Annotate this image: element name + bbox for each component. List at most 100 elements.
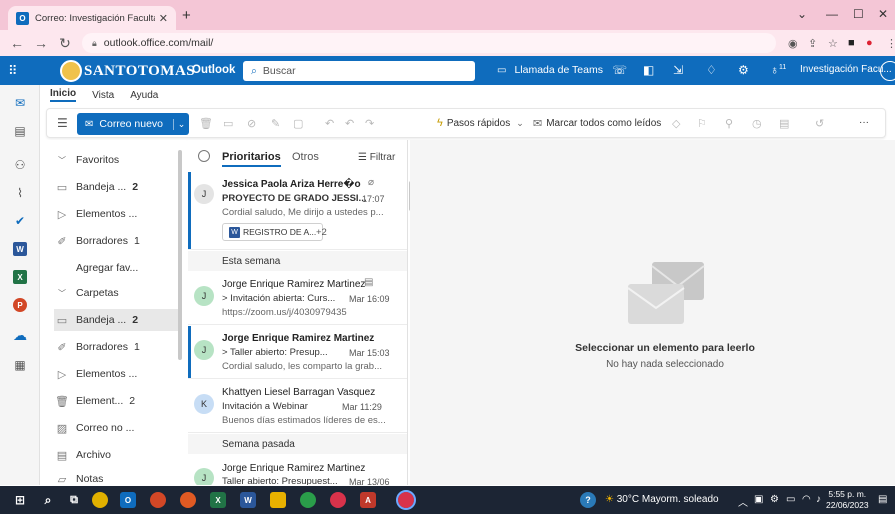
report-icon[interactable]: ⊘ [247, 117, 256, 130]
tips-icon[interactable]: ♁11 [770, 63, 786, 77]
wifi-icon[interactable]: ◠ [802, 494, 811, 505]
tab-close-icon[interactable]: ✕ [159, 12, 168, 25]
powerpoint-icon[interactable]: P [10, 295, 30, 315]
forward-arrow-icon[interactable]: → [34, 35, 48, 51]
undo-icon[interactable]: ↺ [815, 117, 824, 130]
rules-icon[interactable]: ▤ [779, 117, 789, 130]
folder-deleted[interactable]: 🗑︎ Element... 2 [54, 390, 182, 412]
chrome-menu-icon[interactable]: ⋮ [886, 37, 895, 50]
profile-icon[interactable]: ● [866, 37, 873, 49]
mark-all-read-button[interactable]: ✉ Marcar todos como leídos [533, 117, 661, 130]
tab-inicio[interactable]: Inicio [50, 88, 77, 102]
share-icon[interactable]: ⇪ [808, 37, 817, 50]
word-taskbar-icon[interactable]: W [240, 492, 256, 508]
list-item[interactable]: K Khattyen Liesel Barragan Vasquez Invit… [188, 380, 407, 433]
chrome-active-icon[interactable] [396, 490, 416, 510]
location-icon[interactable]: ◉ [788, 37, 798, 50]
url-field[interactable]: 🔒︎ outlook.office.com/mail/ [82, 33, 776, 53]
taskbar-app-icon[interactable] [150, 492, 166, 508]
settings-gear-icon[interactable]: ⚙ [738, 63, 749, 77]
list-item[interactable]: J Jorge Enrique Ramirez Martinez ▤ > Inv… [188, 272, 407, 325]
reload-icon[interactable]: ↻ [58, 35, 72, 52]
people-icon[interactable]: ⚇ [10, 155, 30, 175]
tray-network-icon[interactable]: ⚙ [770, 494, 779, 505]
list-item[interactable]: J Jorge Enrique Ramirez Martinez Taller … [188, 456, 407, 485]
tray-app-icon[interactable]: ▣ [754, 494, 763, 505]
quick-steps-button[interactable]: ϟ Pasos rápidos ⌄ [437, 117, 524, 129]
app-icon-sun[interactable] [92, 492, 108, 508]
university-logo[interactable]: SANTOTOMAS [60, 60, 195, 82]
list-item[interactable]: J Jorge Enrique Ramirez Martinez > Talle… [188, 326, 407, 379]
windows-start-icon[interactable]: ⊞ [12, 492, 28, 508]
app-name[interactable]: Outlook [192, 64, 235, 76]
folder-inbox[interactable]: ▭ Bandeja ... 2 [54, 309, 182, 331]
folder-sent[interactable]: ▷ Elementos ... [54, 363, 182, 385]
new-tab-button[interactable]: + [182, 7, 191, 24]
app-launcher-icon[interactable]: ⠿ [8, 63, 18, 79]
forward-icon[interactable]: ↷ [365, 117, 374, 130]
volume-icon[interactable]: ♪ [816, 494, 821, 505]
tab-ayuda[interactable]: Ayuda [130, 90, 158, 101]
acrobat-icon[interactable]: A [360, 492, 376, 508]
new-mail-dropdown-icon[interactable]: ⌄ [173, 118, 189, 130]
back-arrow-icon[interactable]: ← [10, 35, 24, 51]
reply-icon[interactable]: ↶ [325, 117, 334, 130]
teams-call-button[interactable]: ▭ Llamada de Teams [497, 64, 603, 76]
tab-other[interactable]: Otros [292, 151, 319, 163]
hamburger-menu-icon[interactable]: ☰ [57, 116, 68, 130]
tab-vista[interactable]: Vista [92, 90, 114, 101]
sweep-icon[interactable]: ✎ [271, 117, 280, 130]
folder-archive[interactable]: ▤ Archivo [54, 444, 182, 466]
mail-icon[interactable]: ✉ [10, 93, 30, 113]
notification-center-icon[interactable]: ▤ [878, 494, 887, 505]
fav-inbox[interactable]: ▭ Bandeja ... 2 [54, 176, 182, 198]
taskbar-search-icon[interactable]: ⌕ [40, 492, 56, 508]
delete-icon[interactable]: 🗑︎ [199, 117, 213, 130]
teams-icon[interactable]: ◧ [643, 63, 654, 77]
tab-search-icon[interactable]: ⌄ [797, 7, 807, 21]
select-all-checkbox[interactable] [198, 150, 210, 162]
excel-icon[interactable]: X [10, 267, 30, 287]
filter-button[interactable]: ☰ Filtrar [358, 152, 395, 163]
todo-icon[interactable]: ✔ [10, 211, 30, 231]
more-attachments[interactable]: +2 [316, 227, 327, 238]
pin-icon[interactable]: ⚲ [725, 117, 733, 130]
new-mail-button[interactable]: ✉ Correo nuevo ⌄ [77, 113, 189, 135]
file-explorer-icon[interactable] [270, 492, 286, 508]
taskbar-clock[interactable]: 5:55 p. m. 22/06/2023 [826, 489, 869, 511]
maximize-button[interactable]: ☐ [853, 7, 864, 21]
folder-scrollbar[interactable] [178, 150, 182, 360]
account-name[interactable]: Investigación Facu... [800, 64, 892, 75]
tab-focused[interactable]: Prioritarios [222, 151, 281, 167]
outlook-taskbar-icon[interactable]: O [120, 492, 136, 508]
weather-widget[interactable]: ☀ 30°C Mayorm. soleado [605, 494, 719, 505]
bookmark-star-icon[interactable]: ☆ [828, 37, 838, 50]
close-window-button[interactable]: ✕ [878, 7, 888, 21]
add-favorite-link[interactable]: Agregar fav... [54, 257, 182, 279]
favorites-header[interactable]: ﹀ Favoritos [54, 149, 182, 171]
notifications-bell-icon[interactable]: ♢ [706, 63, 717, 77]
attachments-icon[interactable]: ⌇ [10, 183, 30, 203]
tray-chevron-icon[interactable]: ︿ [738, 494, 748, 509]
move-icon[interactable]: ▢ [293, 117, 303, 130]
archive-icon[interactable]: ▭ [223, 117, 233, 130]
battery-icon[interactable]: ▭ [786, 494, 795, 505]
feedback-icon[interactable]: ⇲ [673, 63, 683, 77]
chrome-taskbar-icon[interactable] [300, 492, 316, 508]
firefox-icon[interactable] [180, 492, 196, 508]
attachment-chip[interactable]: W REGISTRO DE A... [222, 223, 324, 241]
minimize-button[interactable]: — [826, 7, 838, 21]
fav-sent[interactable]: ▷ Elementos ... [54, 203, 182, 225]
taskbar-app-icon[interactable] [330, 492, 346, 508]
folders-header[interactable]: ﹀ Carpetas [54, 282, 182, 304]
task-view-icon[interactable]: ⧉ [66, 492, 82, 508]
account-avatar[interactable] [880, 61, 895, 81]
flag-icon[interactable]: ⚐ [697, 117, 707, 130]
help-icon[interactable]: ? [580, 492, 596, 508]
browser-tab[interactable]: O Correo: Investigación Facultad de ✕ [8, 6, 176, 30]
onedrive-icon[interactable]: ☁ [10, 325, 30, 345]
excel-taskbar-icon[interactable]: X [210, 492, 226, 508]
search-box[interactable]: ⌕ Buscar [243, 61, 475, 81]
folder-drafts[interactable]: ✐ Borradores 1 [54, 336, 182, 358]
list-item[interactable]: J Jessica Paola Ariza Herre�o ⌀ PROYECTO… [188, 172, 407, 250]
